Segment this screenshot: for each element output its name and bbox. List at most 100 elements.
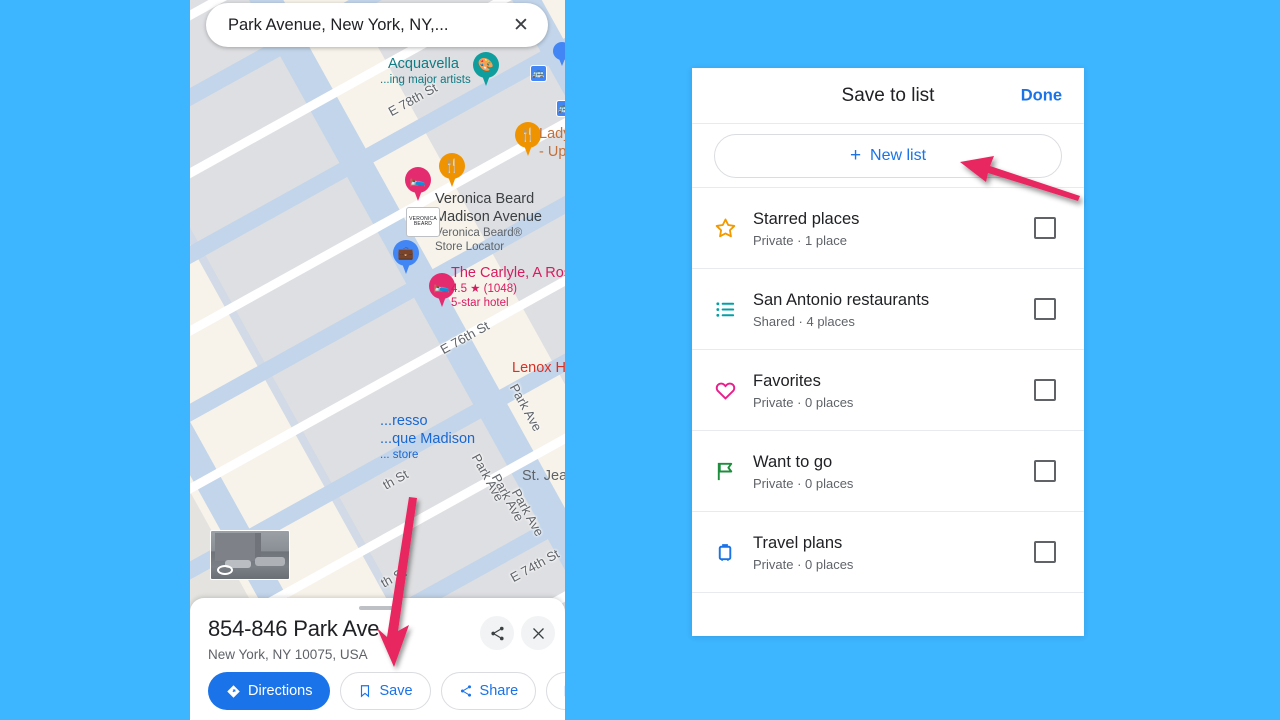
poi-sub-carlyle: 5-star hotel (451, 297, 509, 309)
poi-label-resso: ...resso (380, 413, 428, 429)
place-address: New York, NY 10075, USA (208, 647, 368, 662)
car-shape (255, 557, 285, 566)
list-title: San Antonio restaurants (753, 290, 930, 309)
search-bar[interactable]: Park Avenue, New York, NY,... ✕ (206, 3, 548, 47)
close-icon (532, 627, 544, 639)
star-icon (715, 218, 736, 237)
drag-handle[interactable] (358, 606, 397, 610)
plus-icon: + (849, 145, 862, 166)
directions-icon (227, 684, 240, 698)
pegman-icon (217, 565, 233, 575)
poi-label-acquavella: Acquavella (388, 56, 459, 72)
poi-sub-veronica-beard-2: Store Locator (435, 241, 505, 253)
share-icon (460, 685, 471, 697)
suitcase-icon (718, 543, 732, 561)
place-detail-card[interactable]: 854-846 Park Ave New York, NY 10075, USA (190, 598, 565, 720)
dialog-header: Save to list Done (692, 68, 1084, 124)
flag-icon (562, 684, 565, 698)
poi-rating-carlyle: 4.5 ★ (1048) (451, 283, 517, 295)
directions-button[interactable]: Directions (208, 672, 331, 710)
poi-label-que-madison: ...que Madison (380, 431, 476, 447)
save-button[interactable]: Save (340, 672, 431, 710)
row-text: Starred places Private · 1 place (748, 208, 1034, 248)
directions-label: Directions (248, 683, 313, 699)
list-title: Want to go (753, 452, 833, 471)
list-icon (716, 301, 735, 317)
list-checkbox[interactable] (1034, 379, 1056, 401)
list-subtitle: Private · 0 places (753, 395, 854, 411)
heart-icon (715, 382, 736, 400)
list-title: Favorites (753, 371, 821, 390)
list-title: Starred places (753, 209, 860, 228)
save-label: Save (379, 683, 413, 699)
row-icon (714, 541, 748, 564)
map-panel[interactable]: Park Avenue, New York, NY,... ✕ 🎨 Acquav… (190, 0, 565, 720)
street-view-thumbnail[interactable] (210, 530, 290, 580)
poi-label-veronica-beard-1: Veronica Beard (435, 191, 535, 207)
list-subtitle: Private · 0 places (753, 476, 854, 492)
bus-icon[interactable]: 🚌 (530, 65, 547, 82)
bookmark-icon (361, 685, 370, 698)
art-gallery-pin[interactable]: 🎨 (473, 52, 499, 86)
restaurant-pin[interactable]: 🍴 (439, 153, 465, 187)
poi-label-lady-m-2: - Upper East Side (539, 144, 565, 160)
list-item-san-antonio-restaurants[interactable]: San Antonio restaurants Shared · 4 place… (692, 269, 1084, 350)
bus-icon[interactable]: 🚌 (556, 100, 565, 117)
share-pill-button[interactable]: Share (440, 672, 537, 710)
row-text: Want to go Private · 0 places (748, 451, 1034, 491)
share-label: Share (479, 683, 519, 699)
poi-label-lenox-hill: Lenox Hill Hospital (512, 360, 565, 376)
place-title: 854-846 Park Ave (208, 616, 380, 641)
list-checkbox[interactable] (1034, 217, 1056, 239)
list-subtitle: Shared · 4 places (753, 314, 855, 330)
brand-logo-icon: VERONICA BEARD (406, 207, 440, 237)
done-button[interactable]: Done (1021, 86, 1062, 105)
list-item-want-to-go[interactable]: Want to go Private · 0 places (692, 431, 1084, 512)
poi-sub-que-madison: ... store (380, 449, 419, 461)
restaurant-icon: 🍴 (443, 158, 461, 173)
building-shape (215, 533, 261, 561)
poi-label-st-jean: St. Jean Baptiste Church (522, 468, 565, 484)
save-to-list-dialog[interactable]: Save to list Done + New list Starred pla… (692, 68, 1084, 636)
map-marker-icon[interactable] (553, 42, 565, 66)
share-icon (490, 626, 504, 640)
store-icon: 💼 (397, 245, 415, 260)
row-icon (714, 379, 748, 402)
list-checkbox[interactable] (1034, 460, 1056, 482)
poi-label-lady-m-1: Lady M Cake Boutique (539, 126, 565, 142)
share-button[interactable] (480, 616, 514, 650)
new-list-button[interactable]: + New list (714, 133, 1062, 178)
list-subtitle: Private · 1 place (753, 233, 847, 249)
flag-icon (717, 462, 733, 480)
place-action-bar[interactable]: Directions Save Share (208, 672, 565, 710)
poi-label-carlyle: The Carlyle, A Rosewood (451, 265, 565, 281)
list-checkbox[interactable] (1034, 541, 1056, 563)
close-button[interactable] (521, 616, 555, 650)
new-list-section: + New list (692, 124, 1084, 188)
restaurant-icon: 🍴 (519, 127, 537, 142)
poi-sub-veronica-beard-1: Veronica Beard® (435, 227, 523, 239)
list-subtitle: Private · 0 places (753, 557, 854, 573)
poi-label-veronica-beard-2: Madison Avenue (435, 209, 542, 225)
row-icon (714, 298, 748, 321)
row-text: Favorites Private · 0 places (748, 370, 1034, 410)
list-checkbox[interactable] (1034, 298, 1056, 320)
search-input[interactable]: Park Avenue, New York, NY,... (228, 16, 508, 35)
dialog-title: Save to list (841, 84, 935, 106)
restaurant-pin[interactable]: 🍴 (515, 122, 541, 156)
close-icon[interactable]: ✕ (508, 12, 534, 38)
row-text: San Antonio restaurants Shared · 4 place… (748, 289, 1034, 329)
row-icon (714, 460, 748, 483)
hotel-pin[interactable]: 🛌 (405, 167, 431, 201)
list-item-favorites[interactable]: Favorites Private · 0 places (692, 350, 1084, 431)
new-list-label: New list (870, 146, 927, 164)
list-title: Travel plans (753, 533, 843, 552)
list-item-travel-plans[interactable]: Travel plans Private · 0 places (692, 512, 1084, 593)
store-pin[interactable]: 💼 (393, 240, 419, 274)
art-gallery-icon: 🎨 (477, 57, 495, 72)
row-text: Travel plans Private · 0 places (748, 532, 1034, 572)
report-button[interactable] (546, 672, 565, 710)
hotel-icon: 🛌 (409, 172, 427, 187)
row-icon (714, 217, 748, 240)
list-item-starred-places[interactable]: Starred places Private · 1 place (692, 188, 1084, 269)
